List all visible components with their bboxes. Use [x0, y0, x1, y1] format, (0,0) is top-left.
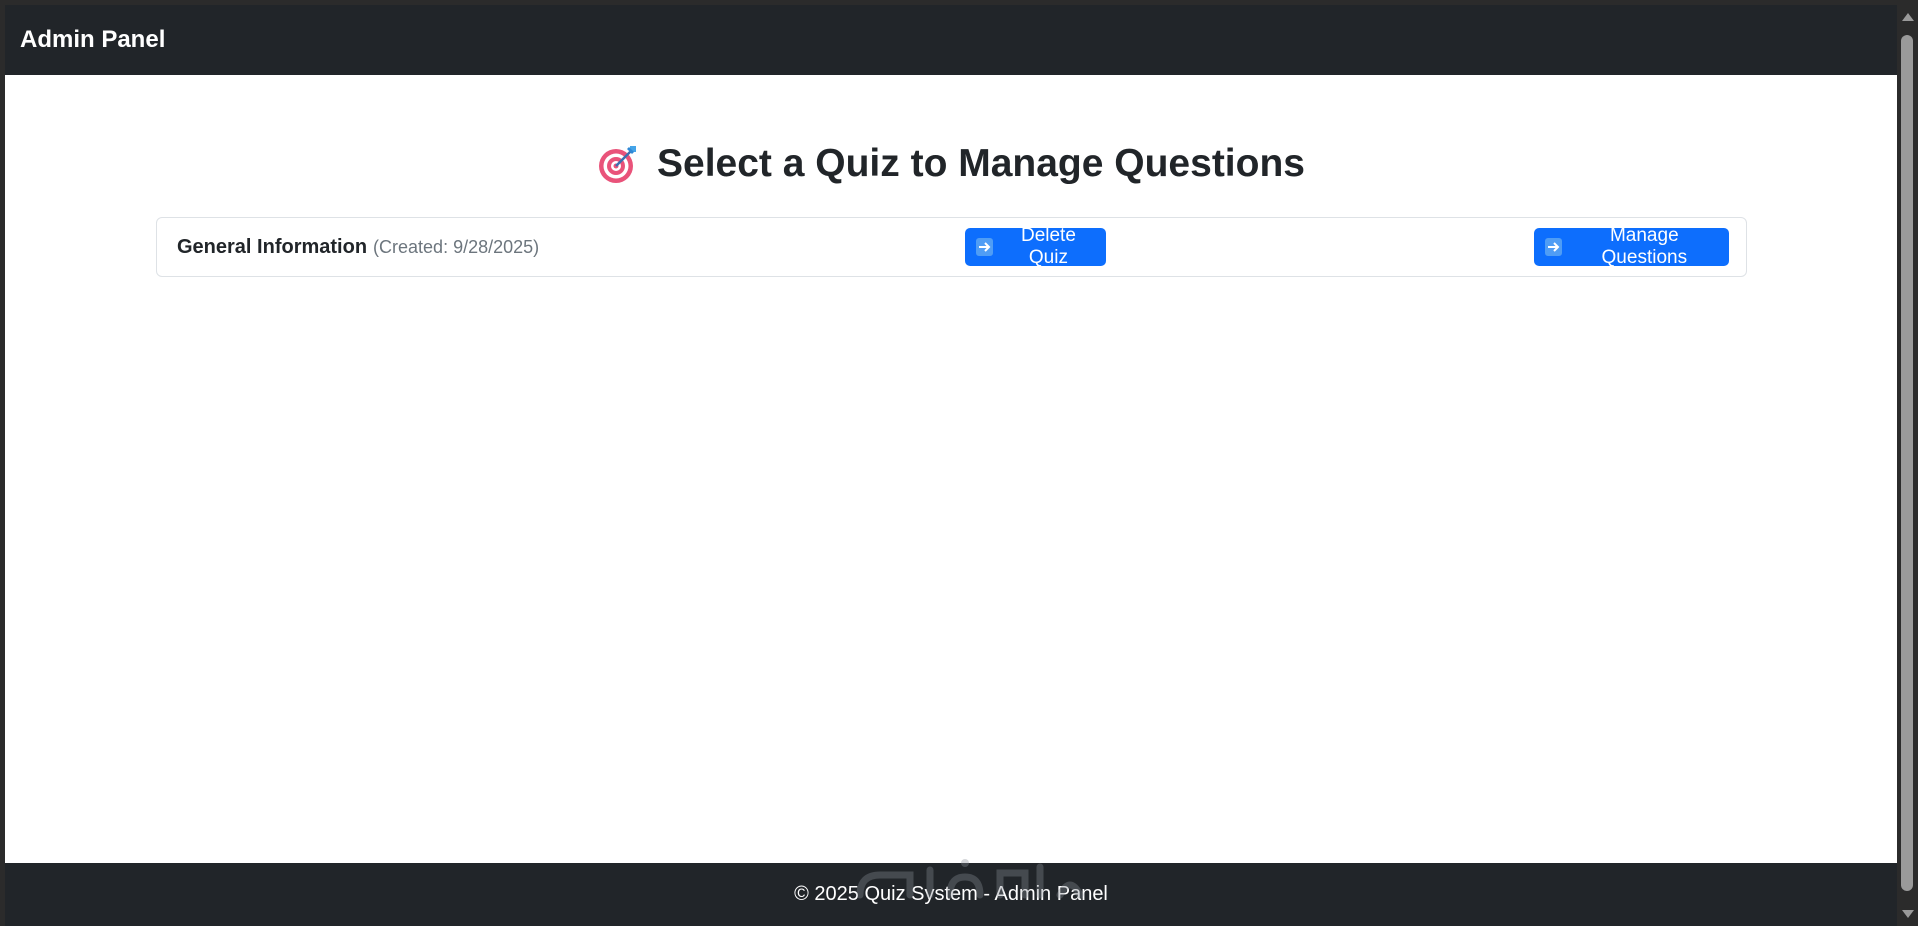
quiz-name: General Information	[177, 235, 368, 258]
right-arrow-icon	[1545, 238, 1562, 256]
scroll-thumb[interactable]	[1901, 35, 1913, 891]
target-icon	[597, 143, 639, 185]
scroll-down-icon[interactable]	[1902, 910, 1914, 918]
quiz-list-item: General Information (Created: 9/28/2025)…	[156, 217, 1747, 277]
page-viewport: Admin Panel Select a Quiz to Manage Ques…	[5, 5, 1897, 926]
scroll-up-icon[interactable]	[1902, 13, 1914, 21]
manage-questions-button[interactable]: Manage Questions	[1534, 225, 1729, 268]
main-content: Select a Quiz to Manage Questions Genera…	[5, 75, 1897, 863]
navbar: Admin Panel	[5, 5, 1897, 75]
delete-quiz-label: Delete Quiz	[1020, 225, 1076, 268]
footer: © 2025 Quiz System - Admin Panel	[5, 863, 1897, 926]
delete-quiz-button[interactable]: Delete Quiz	[965, 225, 1106, 268]
browser-frame: Admin Panel Select a Quiz to Manage Ques…	[0, 0, 1918, 926]
footer-text: © 2025 Quiz System - Admin Panel	[794, 883, 1108, 905]
right-arrow-icon	[976, 238, 993, 256]
manage-questions-label: Manage Questions	[1601, 225, 1688, 268]
quiz-created-date: (Created: 9/28/2025)	[373, 236, 540, 257]
vertical-scrollbar[interactable]	[1897, 5, 1918, 926]
quiz-info: General Information (Created: 9/28/2025)	[177, 218, 539, 276]
navbar-brand[interactable]: Admin Panel	[20, 26, 165, 54]
page-title-text: Select a Quiz to Manage Questions	[657, 142, 1305, 185]
page-title: Select a Quiz to Manage Questions	[5, 139, 1897, 189]
